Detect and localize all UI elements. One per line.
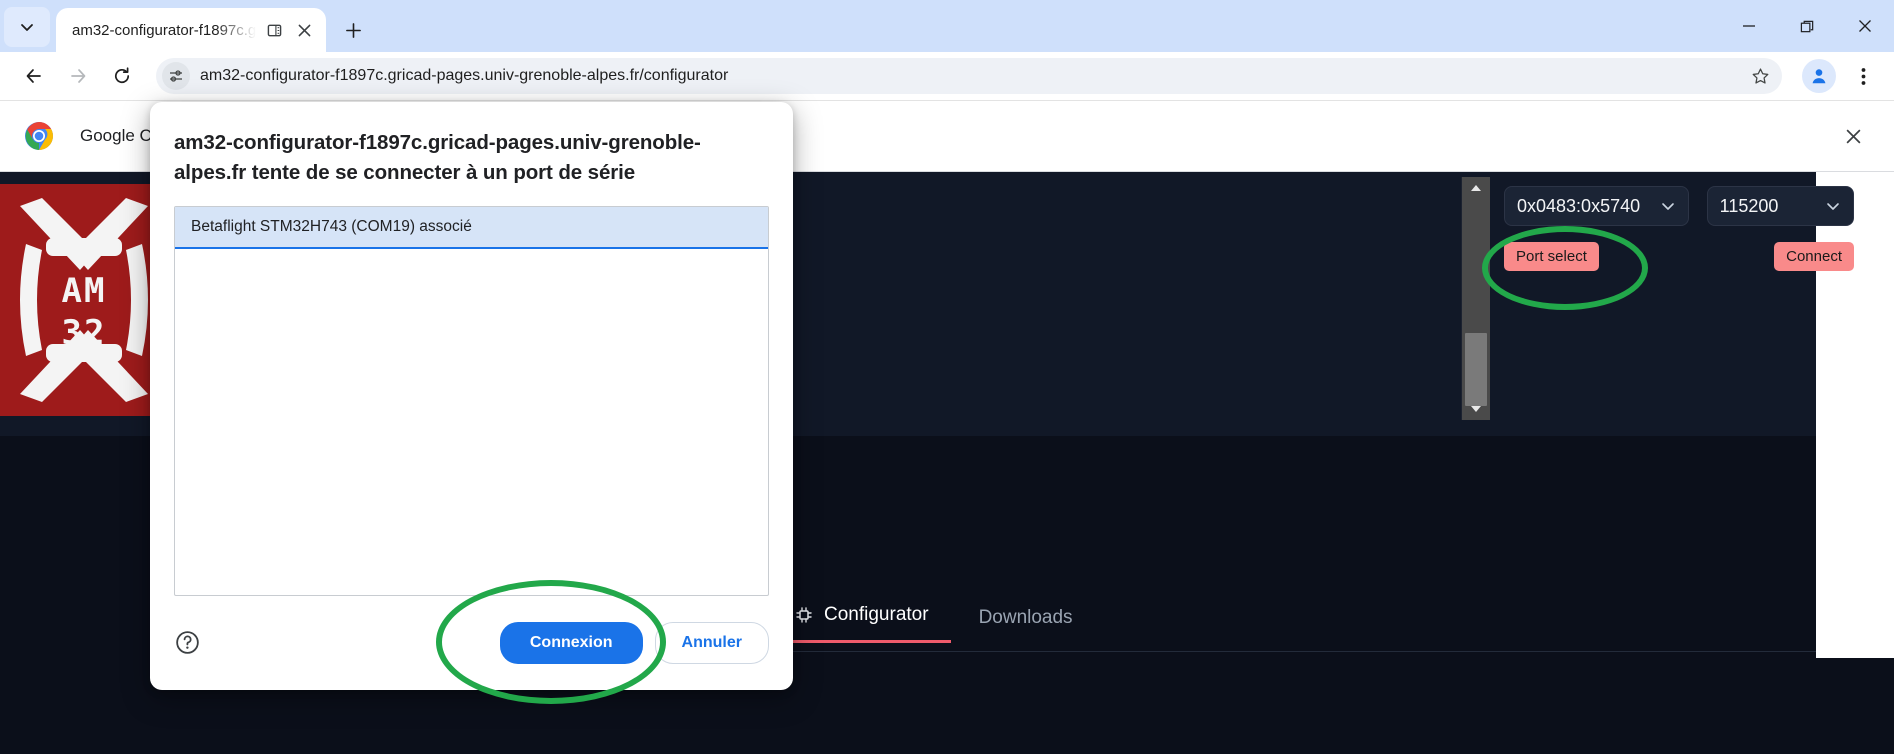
baudrate-select-value: 115200 [1719, 195, 1779, 216]
svg-text:AM: AM [62, 271, 107, 311]
window-minimize-icon[interactable] [1720, 4, 1778, 48]
page-scrollbar[interactable] [1461, 177, 1490, 420]
app-tab-underline [784, 651, 1816, 652]
chrome-logo-icon [24, 121, 54, 151]
chevron-down-icon[interactable] [1825, 198, 1841, 214]
list-item[interactable]: Betaflight STM32H743 (COM19) associé [175, 207, 768, 249]
forward-arrow-icon [58, 56, 98, 96]
serial-port-dialog: am32-configurator-f1897c.gricad-pages.un… [150, 102, 793, 690]
browser-tab[interactable]: am32-configurator-f1897c.g [56, 8, 327, 52]
tab-close-icon[interactable] [292, 18, 316, 42]
screenshot-root: am32-configurator-f1897c.g am32-configur… [0, 0, 1894, 754]
tab-configurator[interactable]: Configurator [784, 604, 951, 643]
svg-text:32: 32 [62, 313, 107, 353]
dialog-footer: Connexion Annuler [174, 596, 769, 690]
am32-logo: AM 32 [0, 184, 168, 416]
tab-configurator-label: Configurator [824, 604, 929, 625]
device-select[interactable]: 0x0483:0x5740 [1504, 186, 1689, 226]
back-arrow-icon[interactable] [14, 56, 54, 96]
split-view-icon[interactable] [264, 20, 284, 40]
notification-close-icon[interactable] [1836, 119, 1870, 153]
window-close-icon[interactable] [1836, 4, 1894, 48]
port-select-button[interactable]: Port select [1504, 242, 1599, 271]
cancel-button[interactable]: Annuler [654, 622, 769, 664]
bookmark-star-icon[interactable] [1744, 60, 1776, 92]
help-circle-icon[interactable] [174, 629, 202, 657]
baudrate-select[interactable]: 115200 [1706, 186, 1854, 226]
chevron-down-icon[interactable] [1660, 198, 1676, 214]
connection-buttons-row: Port select Connect [1504, 242, 1854, 271]
device-list[interactable]: Betaflight STM32H743 (COM19) associé [174, 206, 769, 596]
new-tab-button[interactable] [336, 13, 370, 47]
device-select-value: 0x0483:0x5740 [1517, 195, 1641, 216]
connect-button[interactable]: Connect [1774, 242, 1854, 271]
dialog-title: am32-configurator-f1897c.gricad-pages.un… [174, 131, 701, 184]
reload-icon[interactable] [102, 56, 142, 96]
device-item-label: Betaflight STM32H743 (COM19) associé [191, 218, 472, 235]
site-settings-icon[interactable] [162, 62, 190, 90]
profile-avatar-icon[interactable] [1802, 59, 1836, 93]
tab-downloads-label: Downloads [978, 607, 1073, 628]
browser-toolbar: am32-configurator-f1897c.gricad-pages.un… [0, 52, 1894, 100]
connection-controls: 0x0483:0x5740 115200 Port select Connect [1504, 186, 1854, 271]
browser-tab-title: am32-configurator-f1897c.g [72, 21, 257, 39]
scrollbar-track[interactable] [1461, 199, 1490, 406]
address-bar-url: am32-configurator-f1897c.gricad-pages.un… [200, 67, 729, 84]
scrollbar-thumb[interactable] [1464, 333, 1487, 406]
browser-tab-strip: am32-configurator-f1897c.g [0, 0, 1894, 52]
tab-search-chevron-icon[interactable] [4, 7, 50, 47]
connect-confirm-button[interactable]: Connexion [499, 622, 643, 664]
window-controls [1720, 4, 1894, 48]
window-restore-icon[interactable] [1778, 4, 1836, 48]
tab-downloads[interactable]: Downloads [951, 607, 1095, 643]
am32-logo-graphic: AM 32 [20, 198, 148, 402]
app-tab-bar: Configurator Downloads [784, 604, 1095, 643]
selects-row: 0x0483:0x5740 115200 [1504, 186, 1854, 226]
scrollbar-up-icon[interactable] [1461, 177, 1490, 199]
chip-icon [794, 605, 814, 625]
three-dot-menu-icon[interactable] [1846, 59, 1880, 93]
address-bar[interactable]: am32-configurator-f1897c.gricad-pages.un… [156, 58, 1782, 94]
